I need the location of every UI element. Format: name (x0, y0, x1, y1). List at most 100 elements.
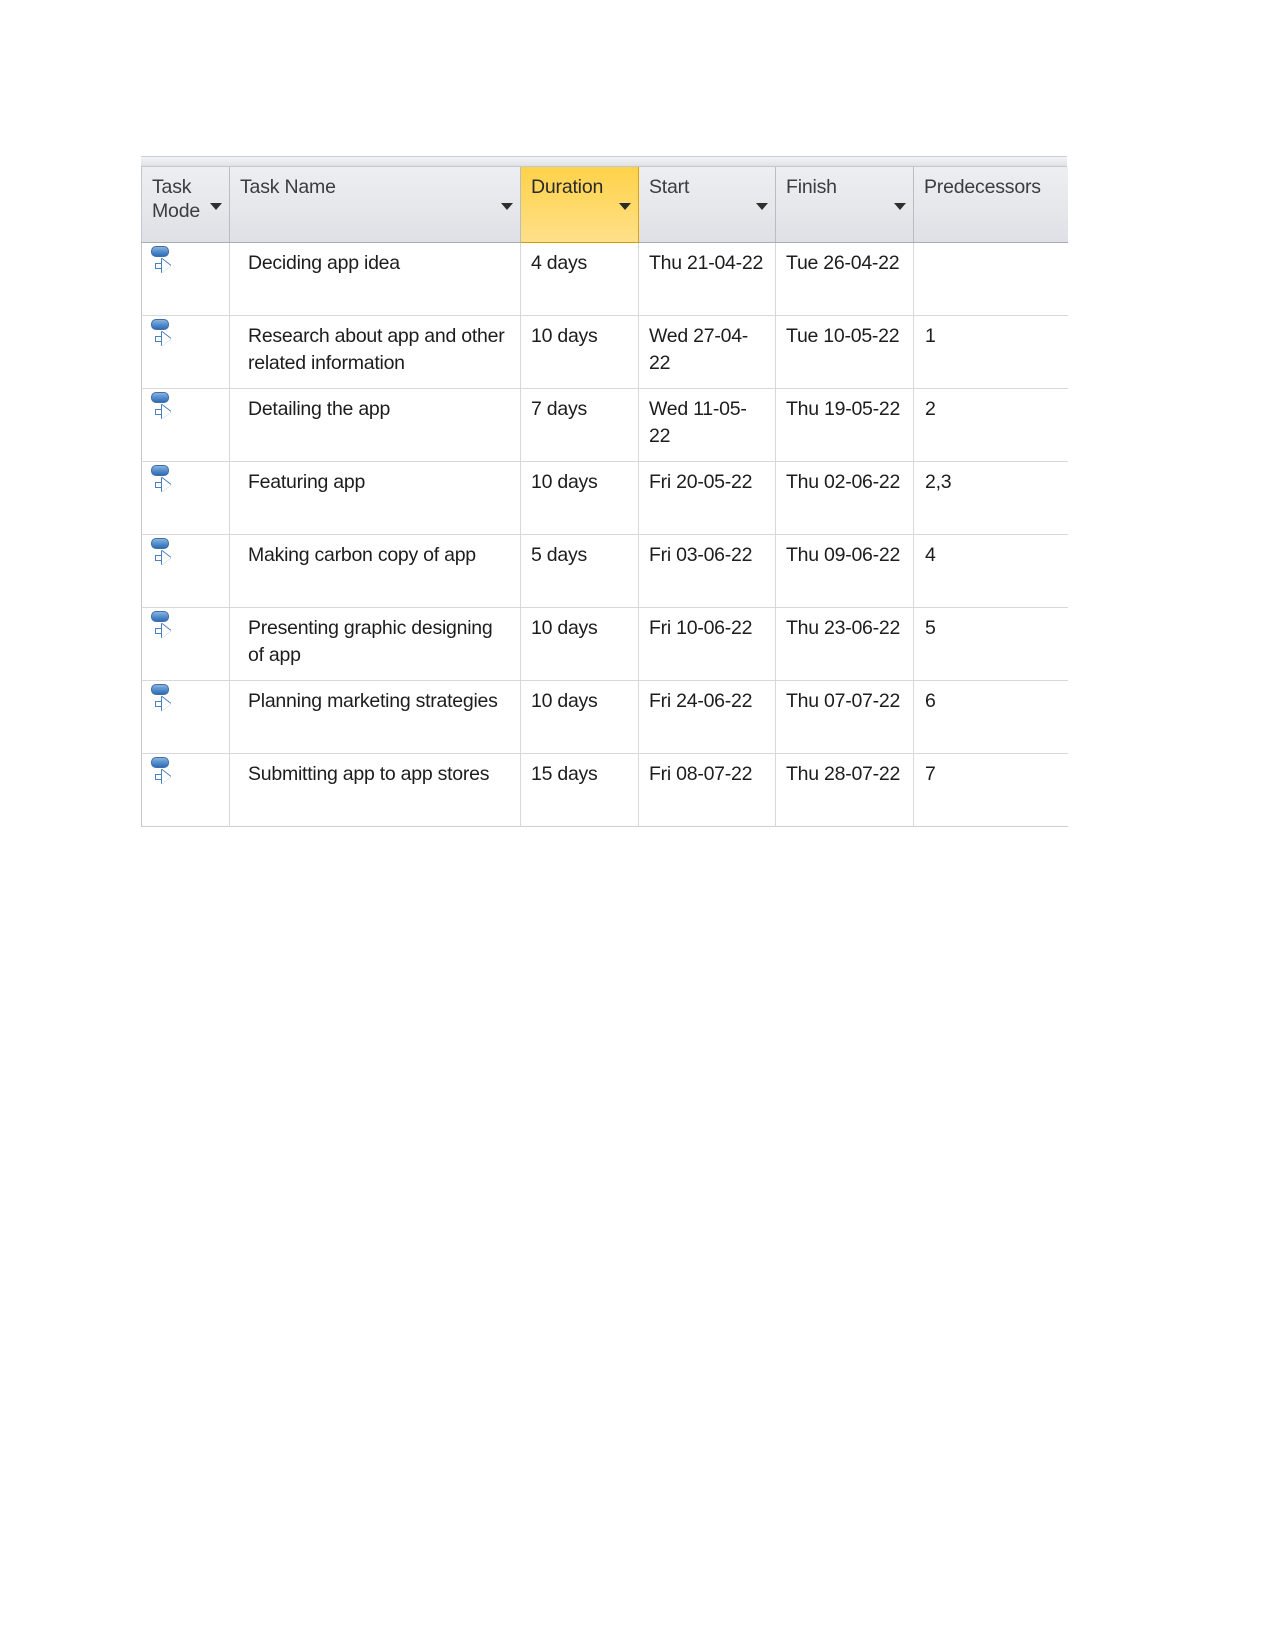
cell-predecessors-text: 1 (925, 325, 936, 347)
cell-finish-text: Thu 02-06-22 (786, 471, 901, 493)
table-row[interactable]: Featuring app 10 days Fri 20-05-22 Thu 02-0… (141, 461, 1068, 535)
cell-task-name[interactable]: Featuring app (229, 461, 521, 535)
cell-start[interactable]: Fri 20-05-22 (638, 461, 776, 535)
cell-task-mode[interactable] (141, 680, 230, 754)
auto-scheduled-arrow-icon (155, 259, 171, 274)
table-row[interactable]: Research about app and other related inf… (141, 315, 1068, 389)
cell-predecessors[interactable] (913, 242, 1068, 316)
cell-task-name-text: Detailing the app (248, 398, 391, 420)
table-row[interactable]: Presenting graphic designing of app 10 da… (141, 607, 1068, 681)
cell-predecessors[interactable]: 7 (913, 753, 1068, 827)
table-row[interactable]: Detailing the app 7 days Wed 11-05-22 Thu 1… (141, 388, 1068, 462)
cell-finish[interactable]: Thu 02-06-22 (775, 461, 914, 535)
finish-filter-arrow-icon[interactable] (894, 203, 906, 210)
cell-finish[interactable]: Thu 07-07-22 (775, 680, 914, 754)
table-row[interactable]: Submitting app to app stores 15 days Fri 0… (141, 753, 1068, 827)
cell-duration[interactable]: 15 days (520, 753, 639, 827)
cell-start[interactable]: Fri 10-06-22 (638, 607, 776, 681)
cell-finish[interactable]: Thu 28-07-22 (775, 753, 914, 827)
cell-duration-text: 4 days (531, 252, 587, 274)
cell-duration[interactable]: 5 days (520, 534, 639, 608)
auto-scheduled-bar-icon (151, 757, 169, 768)
cell-start[interactable]: Wed 11-05-22 (638, 388, 776, 462)
cell-predecessors[interactable]: 6 (913, 680, 1068, 754)
cell-finish[interactable]: Thu 19-05-22 (775, 388, 914, 462)
cell-start-text: Wed 27-04-22 (649, 325, 749, 374)
cell-start[interactable]: Thu 21-04-22 (638, 242, 776, 316)
cell-duration-text: 10 days (531, 325, 598, 347)
cell-finish[interactable]: Tue 26-04-22 (775, 242, 914, 316)
column-header-predecessors[interactable]: Predecessors (913, 167, 1068, 243)
cell-start[interactable]: Wed 27-04-22 (638, 315, 776, 389)
cell-predecessors[interactable]: 4 (913, 534, 1068, 608)
cell-task-name[interactable]: Deciding app idea (229, 242, 521, 316)
cell-task-mode[interactable] (141, 388, 230, 462)
cell-duration[interactable]: 7 days (520, 388, 639, 462)
column-header-start-label: Start (649, 176, 690, 198)
cell-finish[interactable]: Thu 23-06-22 (775, 607, 914, 681)
column-header-duration-label: Duration (531, 176, 604, 198)
auto-scheduled-arrow-icon (155, 405, 171, 420)
cell-start[interactable]: Fri 03-06-22 (638, 534, 776, 608)
cell-start-text: Fri 20-05-22 (649, 471, 753, 493)
cell-task-mode[interactable] (141, 607, 230, 681)
task-mode-filter-arrow-icon[interactable] (210, 203, 222, 210)
cell-task-name[interactable]: Presenting graphic designing of app (229, 607, 521, 681)
cell-finish[interactable]: Thu 09-06-22 (775, 534, 914, 608)
auto-scheduled-arrow-icon (155, 332, 171, 347)
grid-top-rail (141, 156, 1067, 167)
task-name-filter-arrow-icon[interactable] (501, 203, 513, 210)
cell-predecessors-text: 2,3 (925, 471, 952, 493)
auto-scheduled-icon (150, 611, 176, 641)
cell-duration[interactable]: 10 days (520, 607, 639, 681)
column-header-task-mode-label: Task Mode (152, 176, 200, 222)
duration-filter-arrow-icon[interactable] (619, 203, 631, 210)
auto-scheduled-bar-icon (151, 611, 169, 622)
column-header-duration[interactable]: Duration (520, 167, 639, 243)
cell-predecessors[interactable]: 2 (913, 388, 1068, 462)
cell-task-mode[interactable] (141, 315, 230, 389)
cell-predecessors[interactable]: 5 (913, 607, 1068, 681)
column-header-predecessors-label: Predecessors (924, 176, 1041, 198)
column-header-finish[interactable]: Finish (775, 167, 914, 243)
auto-scheduled-icon (150, 392, 176, 422)
cell-start[interactable]: Fri 24-06-22 (638, 680, 776, 754)
cell-task-name[interactable]: Submitting app to app stores (229, 753, 521, 827)
cell-duration[interactable]: 10 days (520, 315, 639, 389)
table-row[interactable]: Deciding app idea 4 days Thu 21-04-22 Tue 2… (141, 242, 1068, 316)
cell-predecessors[interactable]: 1 (913, 315, 1068, 389)
column-header-task-mode[interactable]: Task Mode (141, 167, 230, 243)
cell-task-name[interactable]: Making carbon copy of app (229, 534, 521, 608)
cell-task-mode[interactable] (141, 242, 230, 316)
auto-scheduled-bar-icon (151, 684, 169, 695)
cell-task-name-text: Deciding app idea (248, 252, 400, 274)
cell-task-mode[interactable] (141, 534, 230, 608)
auto-scheduled-bar-icon (151, 319, 169, 330)
column-header-start[interactable]: Start (638, 167, 776, 243)
cell-task-name[interactable]: Research about app and other related inf… (229, 315, 521, 389)
cell-task-mode[interactable] (141, 753, 230, 827)
cell-task-mode[interactable] (141, 461, 230, 535)
cell-start-text: Fri 10-06-22 (649, 617, 753, 639)
cell-task-name-text: Research about app and other related inf… (248, 325, 505, 374)
cell-finish-text: Thu 19-05-22 (786, 398, 901, 420)
cell-predecessors-text: 2 (925, 398, 936, 420)
cell-duration[interactable]: 10 days (520, 461, 639, 535)
table-row[interactable]: Making carbon copy of app 5 days Fri 03-06… (141, 534, 1068, 608)
cell-start[interactable]: Fri 08-07-22 (638, 753, 776, 827)
auto-scheduled-arrow-icon (155, 551, 171, 566)
cell-task-name[interactable]: Detailing the app (229, 388, 521, 462)
cell-start-text: Wed 11-05-22 (649, 398, 747, 447)
cell-predecessors[interactable]: 2,3 (913, 461, 1068, 535)
cell-duration[interactable]: 10 days (520, 680, 639, 754)
table-row[interactable]: Planning marketing strategies 10 days Fri … (141, 680, 1068, 754)
table-header: Task Mode Task Name Duration Start Finis… (141, 167, 1068, 243)
auto-scheduled-bar-icon (151, 392, 169, 403)
start-filter-arrow-icon[interactable] (756, 203, 768, 210)
header-row: Task Mode Task Name Duration Start Finis… (141, 167, 1068, 243)
cell-finish-text: Thu 28-07-22 (786, 763, 901, 785)
cell-task-name[interactable]: Planning marketing strategies (229, 680, 521, 754)
column-header-task-name[interactable]: Task Name (229, 167, 521, 243)
cell-finish[interactable]: Tue 10-05-22 (775, 315, 914, 389)
cell-duration[interactable]: 4 days (520, 242, 639, 316)
